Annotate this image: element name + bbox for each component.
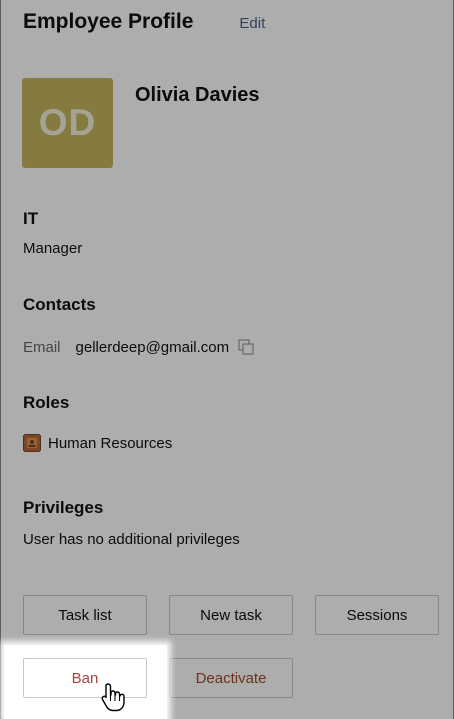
- privileges-heading: Privileges: [23, 498, 104, 517]
- privileges-text: User has no additional privileges: [23, 531, 240, 548]
- page-title: Employee Profile: [23, 10, 194, 33]
- avatar: OD: [22, 78, 113, 168]
- copy-icon[interactable]: [237, 338, 255, 356]
- position-text: Manager: [23, 240, 83, 257]
- task-list-button[interactable]: Task list: [23, 595, 147, 635]
- employee-profile-page: Employee Profile Edit OD Olivia Davies I…: [0, 0, 454, 719]
- edit-link[interactable]: Edit: [239, 15, 265, 32]
- new-task-button[interactable]: New task: [169, 595, 293, 635]
- profile-header: Employee Profile Edit: [23, 10, 265, 34]
- avatar-initials: OD: [38, 102, 97, 143]
- email-row: Email gellerdeep@gmail.com: [23, 338, 255, 356]
- role-item: Human Resources: [23, 434, 172, 452]
- email-value[interactable]: gellerdeep@gmail.com: [76, 339, 230, 356]
- panel-left-border: [0, 0, 1, 719]
- role-label: Human Resources: [48, 434, 173, 452]
- sessions-button[interactable]: Sessions: [315, 595, 439, 635]
- contacts-heading: Contacts: [23, 295, 96, 314]
- ban-button[interactable]: Ban: [23, 658, 147, 698]
- email-label: Email: [23, 338, 61, 356]
- deactivate-button[interactable]: Deactivate: [169, 658, 293, 698]
- roles-heading: Roles: [23, 393, 70, 412]
- role-badge-icon: [23, 434, 41, 452]
- employee-name: Olivia Davies: [135, 84, 260, 106]
- department-heading: IT: [23, 209, 39, 228]
